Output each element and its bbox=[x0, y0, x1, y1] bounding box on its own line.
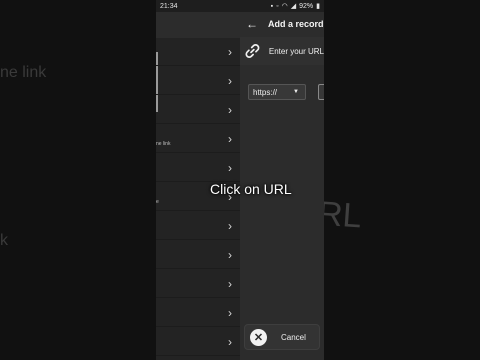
background-text: ne link bbox=[0, 64, 47, 81]
app-bar: ← Add a record bbox=[240, 12, 324, 36]
chevron-down-icon: ▼ bbox=[293, 89, 299, 95]
notification-icon: ▪ bbox=[270, 2, 274, 10]
cancel-button[interactable]: ✕ Cancel bbox=[244, 324, 320, 350]
phone-screen: 21:34 ▪ ◦ ◠ ◢ 92% ▮ › › › ne link › › e › › › › › › … bbox=[156, 0, 324, 360]
list-item[interactable]: › bbox=[156, 67, 240, 95]
enter-url-label: Enter your URL bbox=[268, 46, 324, 56]
url-fields: https:// ▼ bbox=[240, 76, 324, 106]
chevron-right-icon: › bbox=[228, 102, 232, 117]
status-bar: 21:34 ▪ ◦ ◠ ◢ 92% ▮ bbox=[156, 0, 324, 12]
link-icon bbox=[245, 44, 260, 58]
close-circle-icon: ✕ bbox=[250, 328, 267, 346]
status-icons: ▪ ◦ ◠ ◢ 92% ▮ bbox=[270, 2, 320, 11]
chevron-right-icon: › bbox=[228, 334, 232, 349]
chevron-right-icon: › bbox=[228, 73, 232, 88]
list-item[interactable]: › bbox=[156, 154, 240, 182]
back-arrow-icon[interactable]: ← bbox=[246, 17, 258, 31]
list-item[interactable]: › bbox=[156, 96, 240, 124]
status-time: 21:34 bbox=[160, 2, 178, 10]
chevron-right-icon: › bbox=[228, 131, 232, 146]
enter-url-option[interactable]: Enter your URL bbox=[240, 37, 324, 65]
list-item-label: e bbox=[156, 199, 159, 205]
list-item[interactable]: › bbox=[156, 38, 240, 66]
list-item[interactable]: › bbox=[156, 328, 240, 356]
list-item-label: ne link bbox=[156, 141, 171, 147]
battery-icon: ▮ bbox=[316, 3, 320, 10]
chevron-right-icon: › bbox=[228, 44, 232, 59]
background-text: k bbox=[0, 232, 8, 249]
list-item[interactable]: ne link › bbox=[156, 125, 240, 153]
list-item[interactable]: › bbox=[156, 212, 240, 240]
scheme-value: https:// bbox=[253, 87, 278, 97]
scheme-dropdown[interactable]: https:// ▼ bbox=[248, 84, 306, 100]
list-item[interactable]: › bbox=[156, 299, 240, 327]
battery-level: 92% bbox=[299, 2, 314, 10]
chevron-right-icon: › bbox=[228, 160, 232, 175]
wifi-icon: ◠ bbox=[281, 3, 288, 10]
list-item[interactable]: › bbox=[156, 270, 240, 298]
signal-icon: ◢ bbox=[290, 3, 297, 10]
chevron-right-icon: › bbox=[228, 276, 232, 291]
url-input[interactable] bbox=[318, 84, 324, 100]
page-title: Add a record bbox=[268, 19, 324, 29]
overlay-caption: Click on URL bbox=[210, 181, 292, 197]
cancel-label: Cancel bbox=[281, 332, 306, 342]
mute-icon: ◦ bbox=[276, 2, 279, 10]
chevron-right-icon: › bbox=[228, 247, 232, 262]
chevron-right-icon: › bbox=[228, 305, 232, 320]
list-item[interactable]: › bbox=[156, 241, 240, 269]
chevron-right-icon: › bbox=[228, 218, 232, 233]
list-header bbox=[156, 12, 240, 38]
